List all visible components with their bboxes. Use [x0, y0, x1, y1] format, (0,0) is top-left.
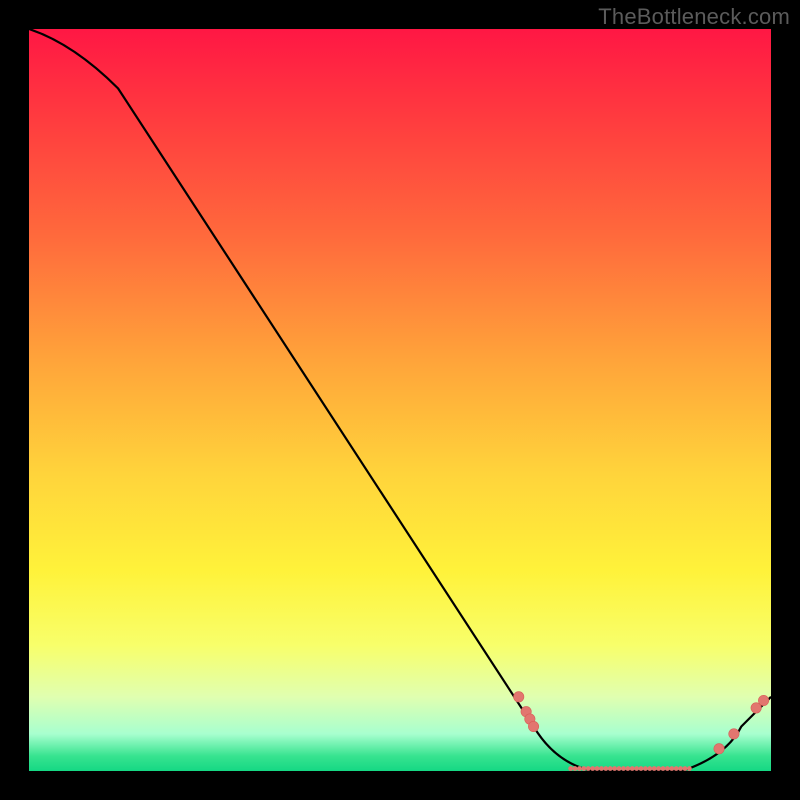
data-marker-small [630, 766, 635, 771]
data-marker-small [639, 766, 644, 771]
data-marker-small [581, 766, 586, 771]
data-markers-large [514, 692, 769, 754]
watermark-text: TheBottleneck.com [598, 4, 790, 30]
chart-svg [29, 29, 771, 771]
data-marker-small [590, 766, 595, 771]
data-marker-small [568, 766, 573, 771]
data-marker [521, 706, 531, 716]
data-marker [528, 721, 538, 731]
data-marker [714, 744, 724, 754]
data-marker [751, 703, 761, 713]
bottleneck-curve [29, 29, 771, 771]
data-marker-small [617, 766, 622, 771]
data-marker [729, 729, 739, 739]
data-marker-small [647, 766, 652, 771]
data-markers-small [568, 766, 692, 771]
data-marker [525, 714, 535, 724]
data-marker-small [612, 766, 617, 771]
plot-area [29, 29, 771, 771]
data-marker-small [599, 766, 604, 771]
data-marker-small [652, 766, 657, 771]
data-marker [514, 692, 524, 702]
data-marker-small [577, 766, 582, 771]
data-marker-small [603, 766, 608, 771]
data-marker-small [608, 766, 613, 771]
data-marker-small [586, 766, 591, 771]
data-marker-small [634, 766, 639, 771]
data-marker-small [665, 766, 670, 771]
data-marker-small [687, 766, 692, 771]
data-marker-small [573, 766, 578, 771]
data-marker-small [669, 766, 674, 771]
data-marker-small [656, 766, 661, 771]
data-marker-small [683, 766, 688, 771]
chart-frame: TheBottleneck.com [0, 0, 800, 800]
data-marker-small [678, 766, 683, 771]
data-marker-small [625, 766, 630, 771]
data-marker [758, 695, 768, 705]
data-marker-small [674, 766, 679, 771]
data-marker-small [621, 766, 626, 771]
data-marker-small [643, 766, 648, 771]
data-marker-small [661, 766, 666, 771]
data-marker-small [595, 766, 600, 771]
